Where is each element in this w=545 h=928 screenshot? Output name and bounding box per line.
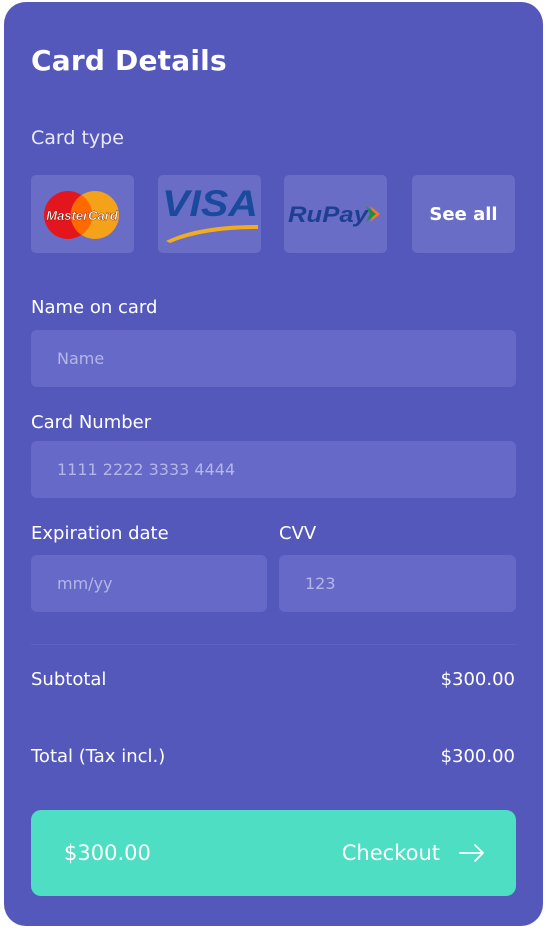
- page-title: Card Details: [31, 44, 227, 77]
- mastercard-wordmark: MasterCard: [46, 208, 119, 223]
- card-details-panel: Card Details Card type MasterCard VISA R…: [4, 2, 543, 926]
- name-on-card-field-wrapper: [31, 330, 516, 387]
- checkout-amount: $300.00: [64, 841, 151, 865]
- visa-wordmark: VISA: [162, 183, 258, 224]
- subtotal-label: Subtotal: [31, 669, 107, 690]
- rupay-logo-icon: RuPay: [288, 202, 380, 227]
- card-type-rupay[interactable]: RuPay: [284, 175, 387, 253]
- card-number-input[interactable]: [55, 441, 516, 498]
- arrow-right-icon: [459, 844, 484, 862]
- subtotal-value: $300.00: [440, 669, 515, 690]
- checkout-label: Checkout: [341, 841, 440, 865]
- card-type-visa[interactable]: VISA: [158, 175, 261, 253]
- summary-divider: [31, 644, 516, 645]
- total-label: Total (Tax incl.): [31, 746, 166, 767]
- cvv-field-wrapper: [279, 555, 516, 612]
- expiration-date-label: Expiration date: [31, 523, 169, 544]
- total-value: $300.00: [440, 746, 515, 767]
- expiration-date-input[interactable]: [55, 555, 267, 612]
- name-on-card-input[interactable]: [55, 330, 516, 387]
- card-number-label: Card Number: [31, 412, 152, 433]
- rupay-wordmark: RuPay: [288, 202, 370, 227]
- see-all-card-types-button[interactable]: See all: [412, 175, 515, 253]
- card-number-field-wrapper: [31, 441, 516, 498]
- cvv-input[interactable]: [303, 555, 516, 612]
- see-all-label: See all: [429, 203, 498, 225]
- visa-logo-icon: VISA: [162, 183, 258, 243]
- mastercard-logo-icon: MasterCard: [44, 191, 119, 239]
- card-type-label: Card type: [31, 127, 124, 149]
- name-on-card-label: Name on card: [31, 297, 158, 318]
- cvv-label: CVV: [279, 523, 317, 544]
- checkout-button[interactable]: $300.00 Checkout: [31, 810, 516, 896]
- card-type-mastercard[interactable]: MasterCard: [31, 175, 134, 253]
- expiration-date-field-wrapper: [31, 555, 267, 612]
